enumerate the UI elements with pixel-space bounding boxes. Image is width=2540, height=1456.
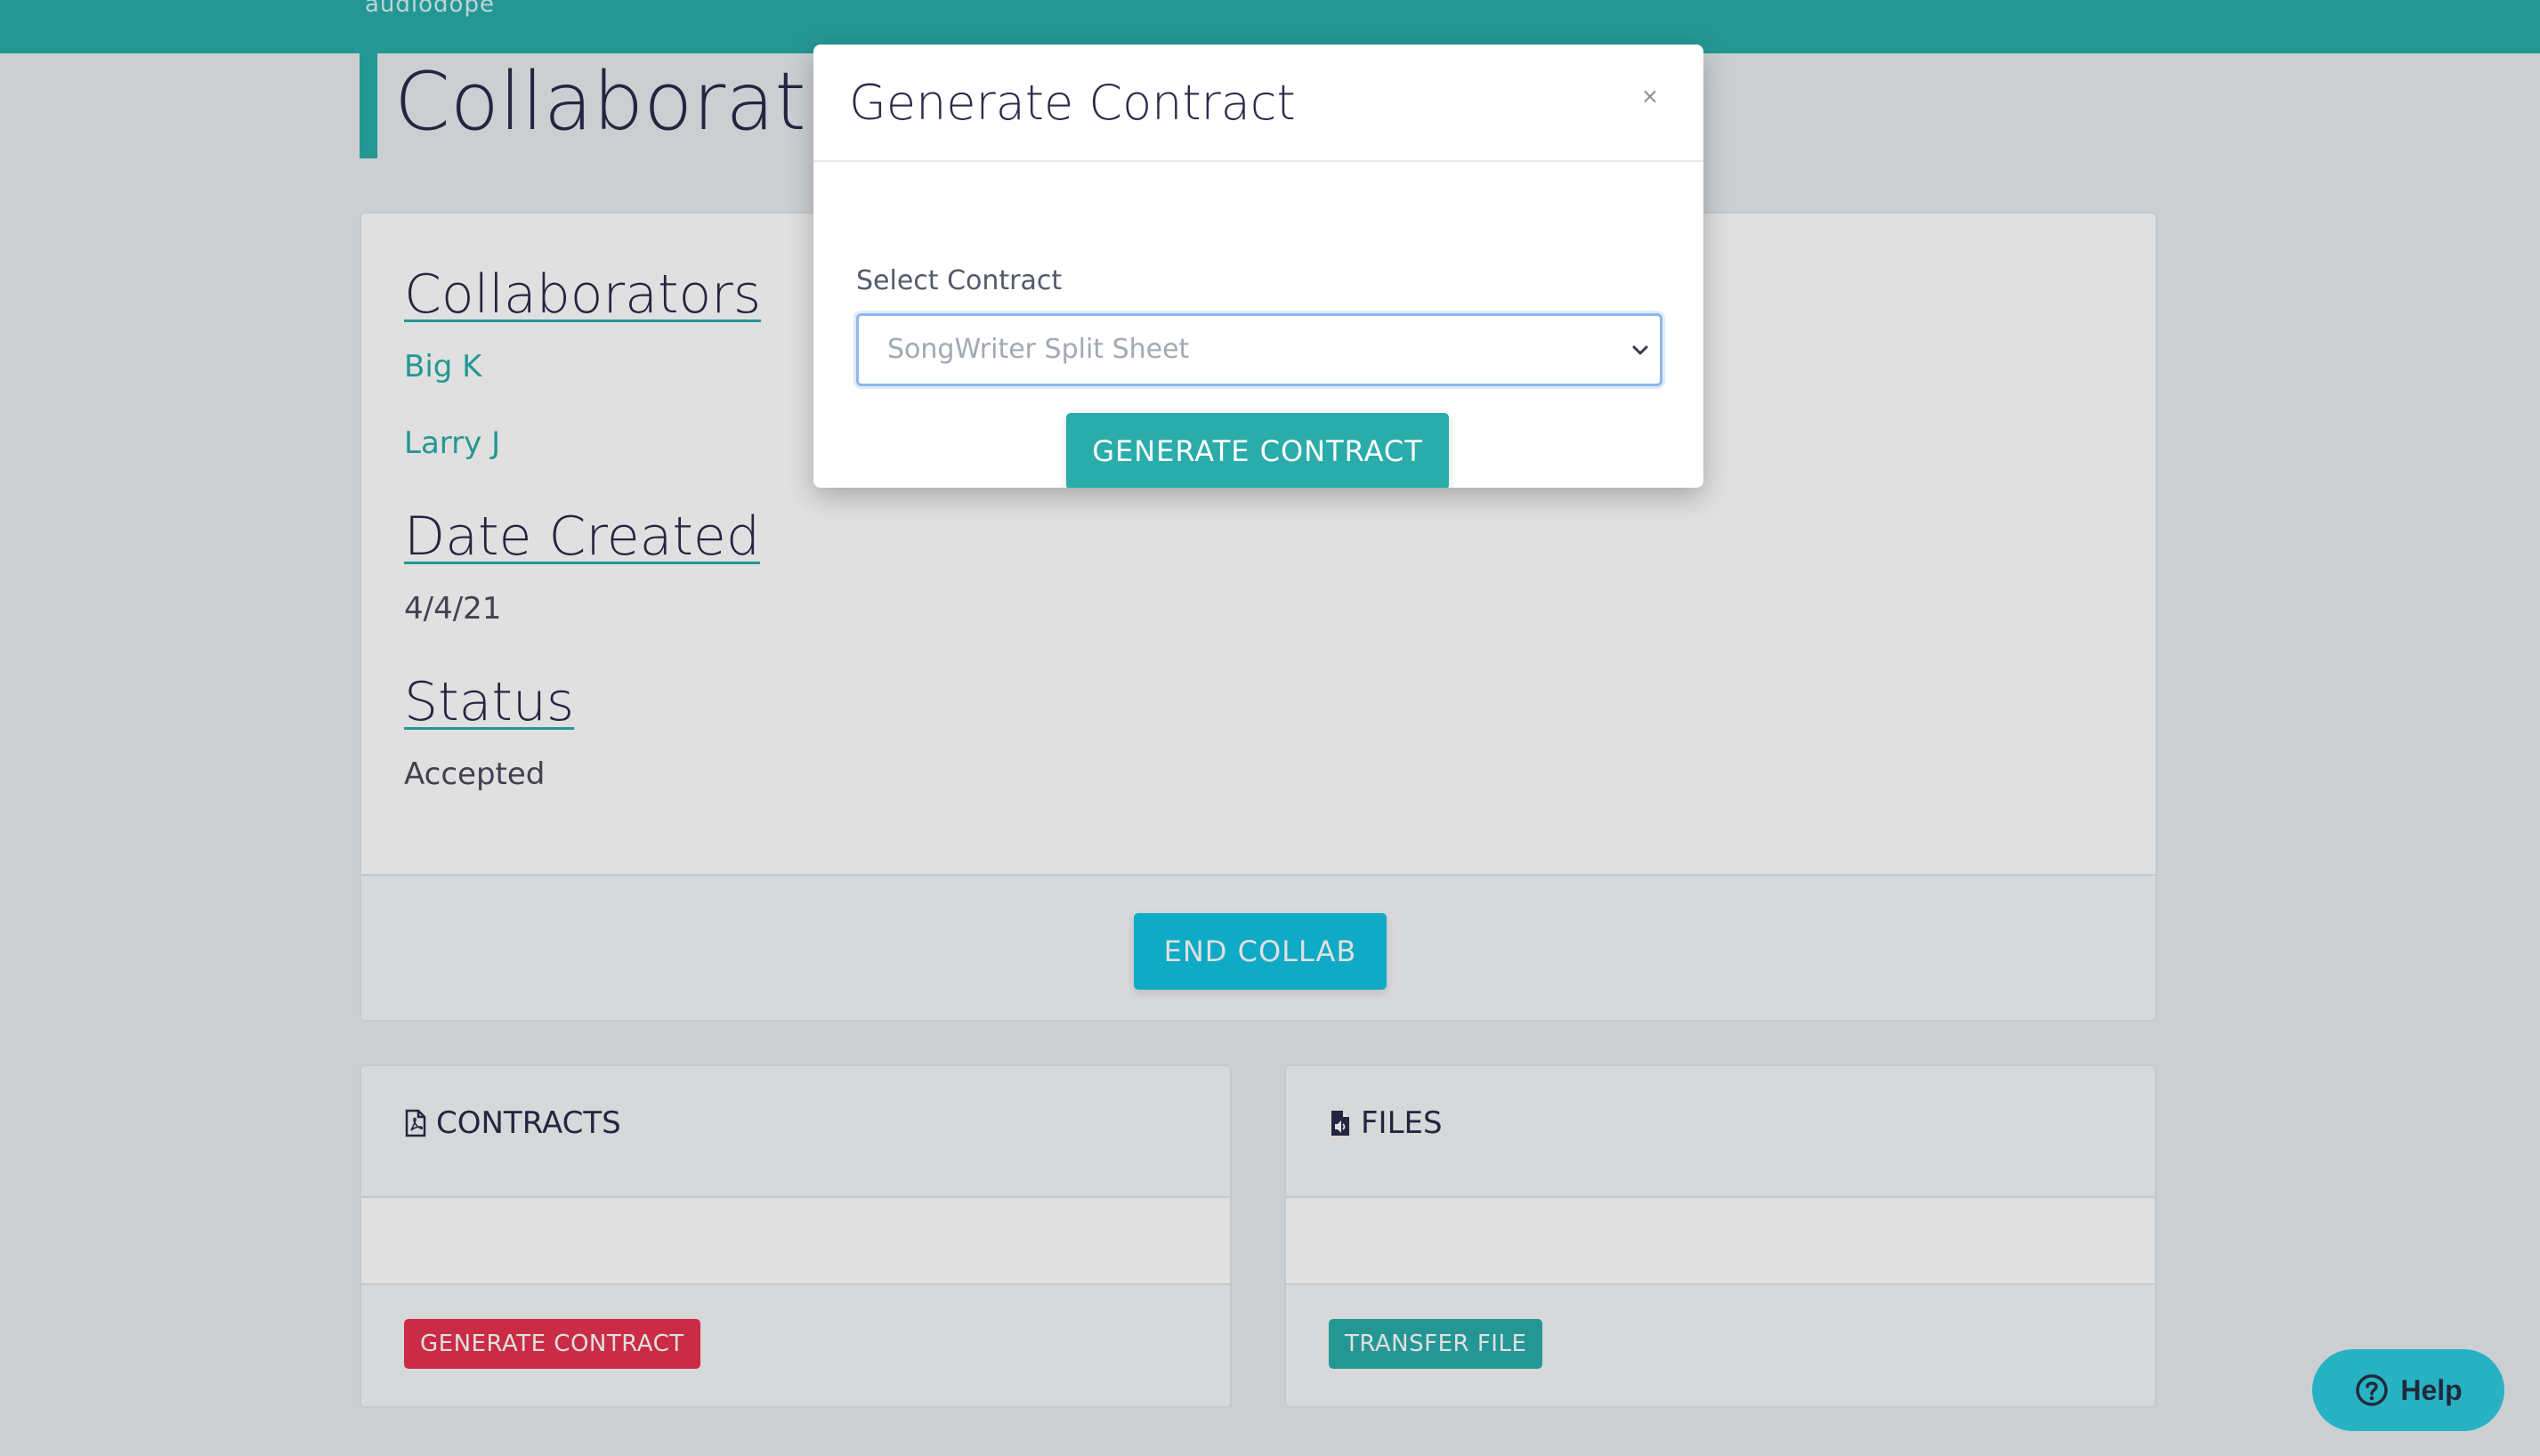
question-circle-icon bbox=[2356, 1374, 2389, 1406]
generate-contract-modal: Generate Contract × Select Contract Song… bbox=[813, 44, 1703, 488]
select-contract-label: Select Contract bbox=[856, 265, 1063, 296]
contract-select[interactable]: SongWriter Split Sheet bbox=[856, 313, 1662, 386]
close-icon[interactable]: × bbox=[1641, 84, 1659, 109]
contract-select-value: SongWriter Split Sheet bbox=[887, 334, 1190, 365]
help-button[interactable]: Help bbox=[2312, 1349, 2504, 1431]
chevron-down-icon bbox=[1632, 345, 1648, 355]
modal-header: Generate Contract × bbox=[813, 44, 1703, 162]
modal-title: Generate Contract bbox=[849, 75, 1296, 131]
modal-generate-contract-button[interactable]: GENERATE CONTRACT bbox=[1066, 413, 1449, 488]
help-label: Help bbox=[2400, 1373, 2463, 1406]
